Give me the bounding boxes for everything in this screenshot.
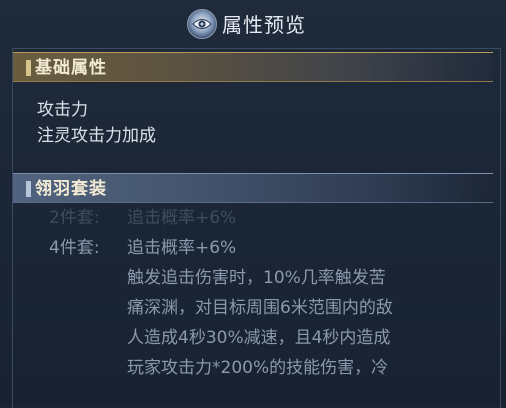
attribute-preview-panel: 属性预览 基础属性 攻击力 注灵攻击力加成 2件套: 追击概率+6% 翎羽套装 … — [0, 0, 506, 408]
set-4piece-value: 追击概率+6% — [127, 238, 237, 258]
section-header-feather-set: 翎羽套装 — [13, 173, 493, 203]
section-marker — [26, 60, 31, 76]
stat-attack: 攻击力 — [37, 100, 88, 120]
section-title: 基础属性 — [35, 58, 107, 78]
section-title: 翎羽套装 — [35, 179, 107, 199]
set-2piece-value: 追击概率+6% — [127, 208, 237, 228]
section-header-base-attributes: 基础属性 — [13, 52, 493, 82]
set-2piece-label: 2件套: — [49, 208, 100, 228]
panel-title: 属性预览 — [222, 13, 306, 37]
set-4piece-desc-line: 痛深渊，对目标周围6米范围内的敌 — [127, 298, 393, 318]
set-4piece-label: 4件套: — [49, 238, 100, 258]
set-4piece-desc-line: 人造成4秒30%减速，且4秒内造成 — [127, 328, 391, 348]
section-marker — [26, 181, 31, 197]
set-4piece-desc-line: 玩家攻击力*200%的技能伤害，冷 — [127, 358, 389, 378]
stat-spirit-attack-bonus: 注灵攻击力加成 — [37, 126, 156, 146]
panel-header: 属性预览 — [0, 0, 506, 48]
eye-icon — [187, 9, 217, 39]
set-4piece-desc-line: 触发追击伤害时，10%几率触发苦 — [127, 268, 386, 288]
